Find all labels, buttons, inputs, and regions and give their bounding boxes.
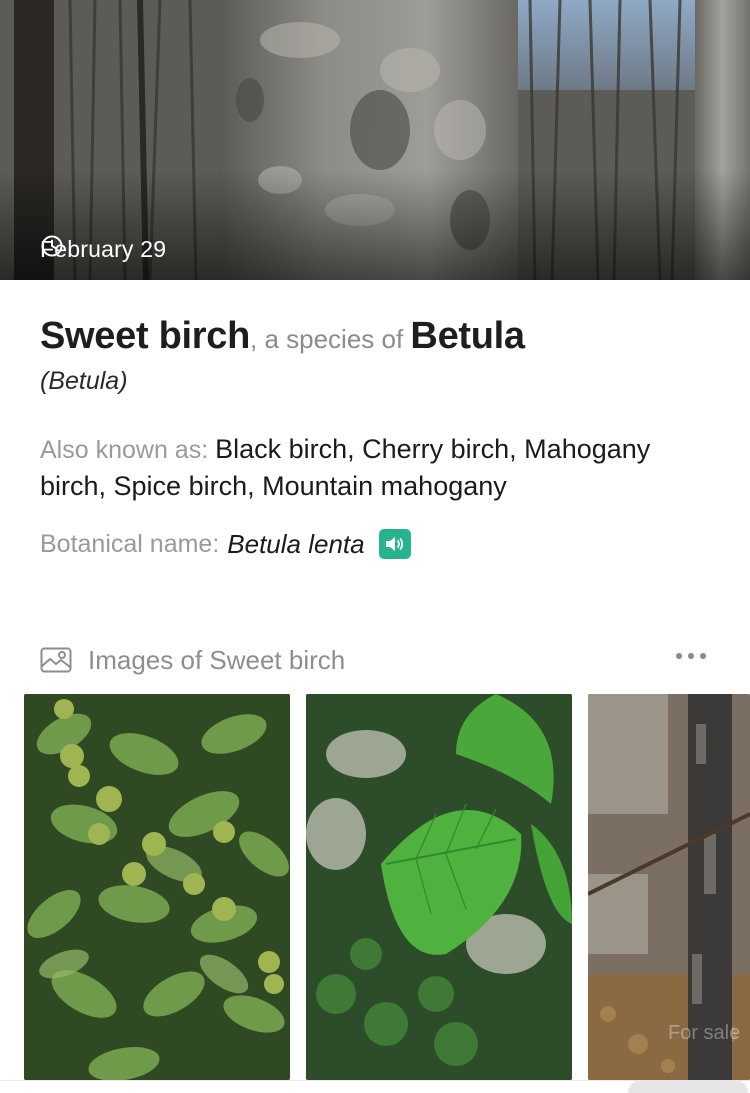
clock-icon [41, 235, 63, 257]
speaker-icon [385, 537, 403, 551]
genus-link[interactable]: Betula [410, 315, 525, 357]
gallery-thumbnail-leaves-catkins[interactable] [24, 694, 290, 1080]
leaf-closeup-illustration [306, 694, 572, 1080]
species-detail-page: February 29 Sweet birch, a species of Be… [0, 0, 750, 1093]
pronounce-button[interactable] [378, 529, 411, 559]
more-dots-icon[interactable] [676, 646, 706, 666]
botanical-name-row: Botanical name: Betula lenta [40, 526, 720, 562]
species-relation: , a species of [250, 324, 411, 354]
common-name: Sweet birch [40, 315, 250, 357]
also-known-as-label: Also known as: [40, 436, 216, 464]
species-info: Sweet birch, a species of Betula (Betula… [40, 310, 720, 562]
species-title: Sweet birch, a species of Betula [40, 310, 720, 365]
watermark-text: For sale [668, 1022, 740, 1044]
scroll-handle[interactable] [628, 1080, 748, 1093]
trunk-bark-illustration: For sale [588, 694, 750, 1080]
also-known-as: Also known as: Black birch, Cherry birch… [40, 431, 720, 504]
observation-date: February 29 [40, 234, 166, 264]
gallery-thumbnail-leaf-closeup[interactable] [306, 694, 572, 1080]
botanical-name-label: Botanical name: [40, 530, 220, 558]
gallery-thumbnail-trunk-bark[interactable]: For sale [588, 694, 750, 1080]
genus-parenthetical: (Betula) [40, 367, 128, 395]
image-icon [40, 647, 72, 673]
botanical-name-value: Betula lenta [227, 529, 365, 559]
leaves-catkins-illustration [24, 694, 290, 1080]
images-section-header: Images of Sweet birch [40, 640, 710, 680]
image-gallery[interactable]: For sale [24, 694, 750, 1080]
images-section-title: Images of Sweet birch [88, 644, 346, 675]
hero-photo[interactable]: February 29 [0, 0, 750, 280]
